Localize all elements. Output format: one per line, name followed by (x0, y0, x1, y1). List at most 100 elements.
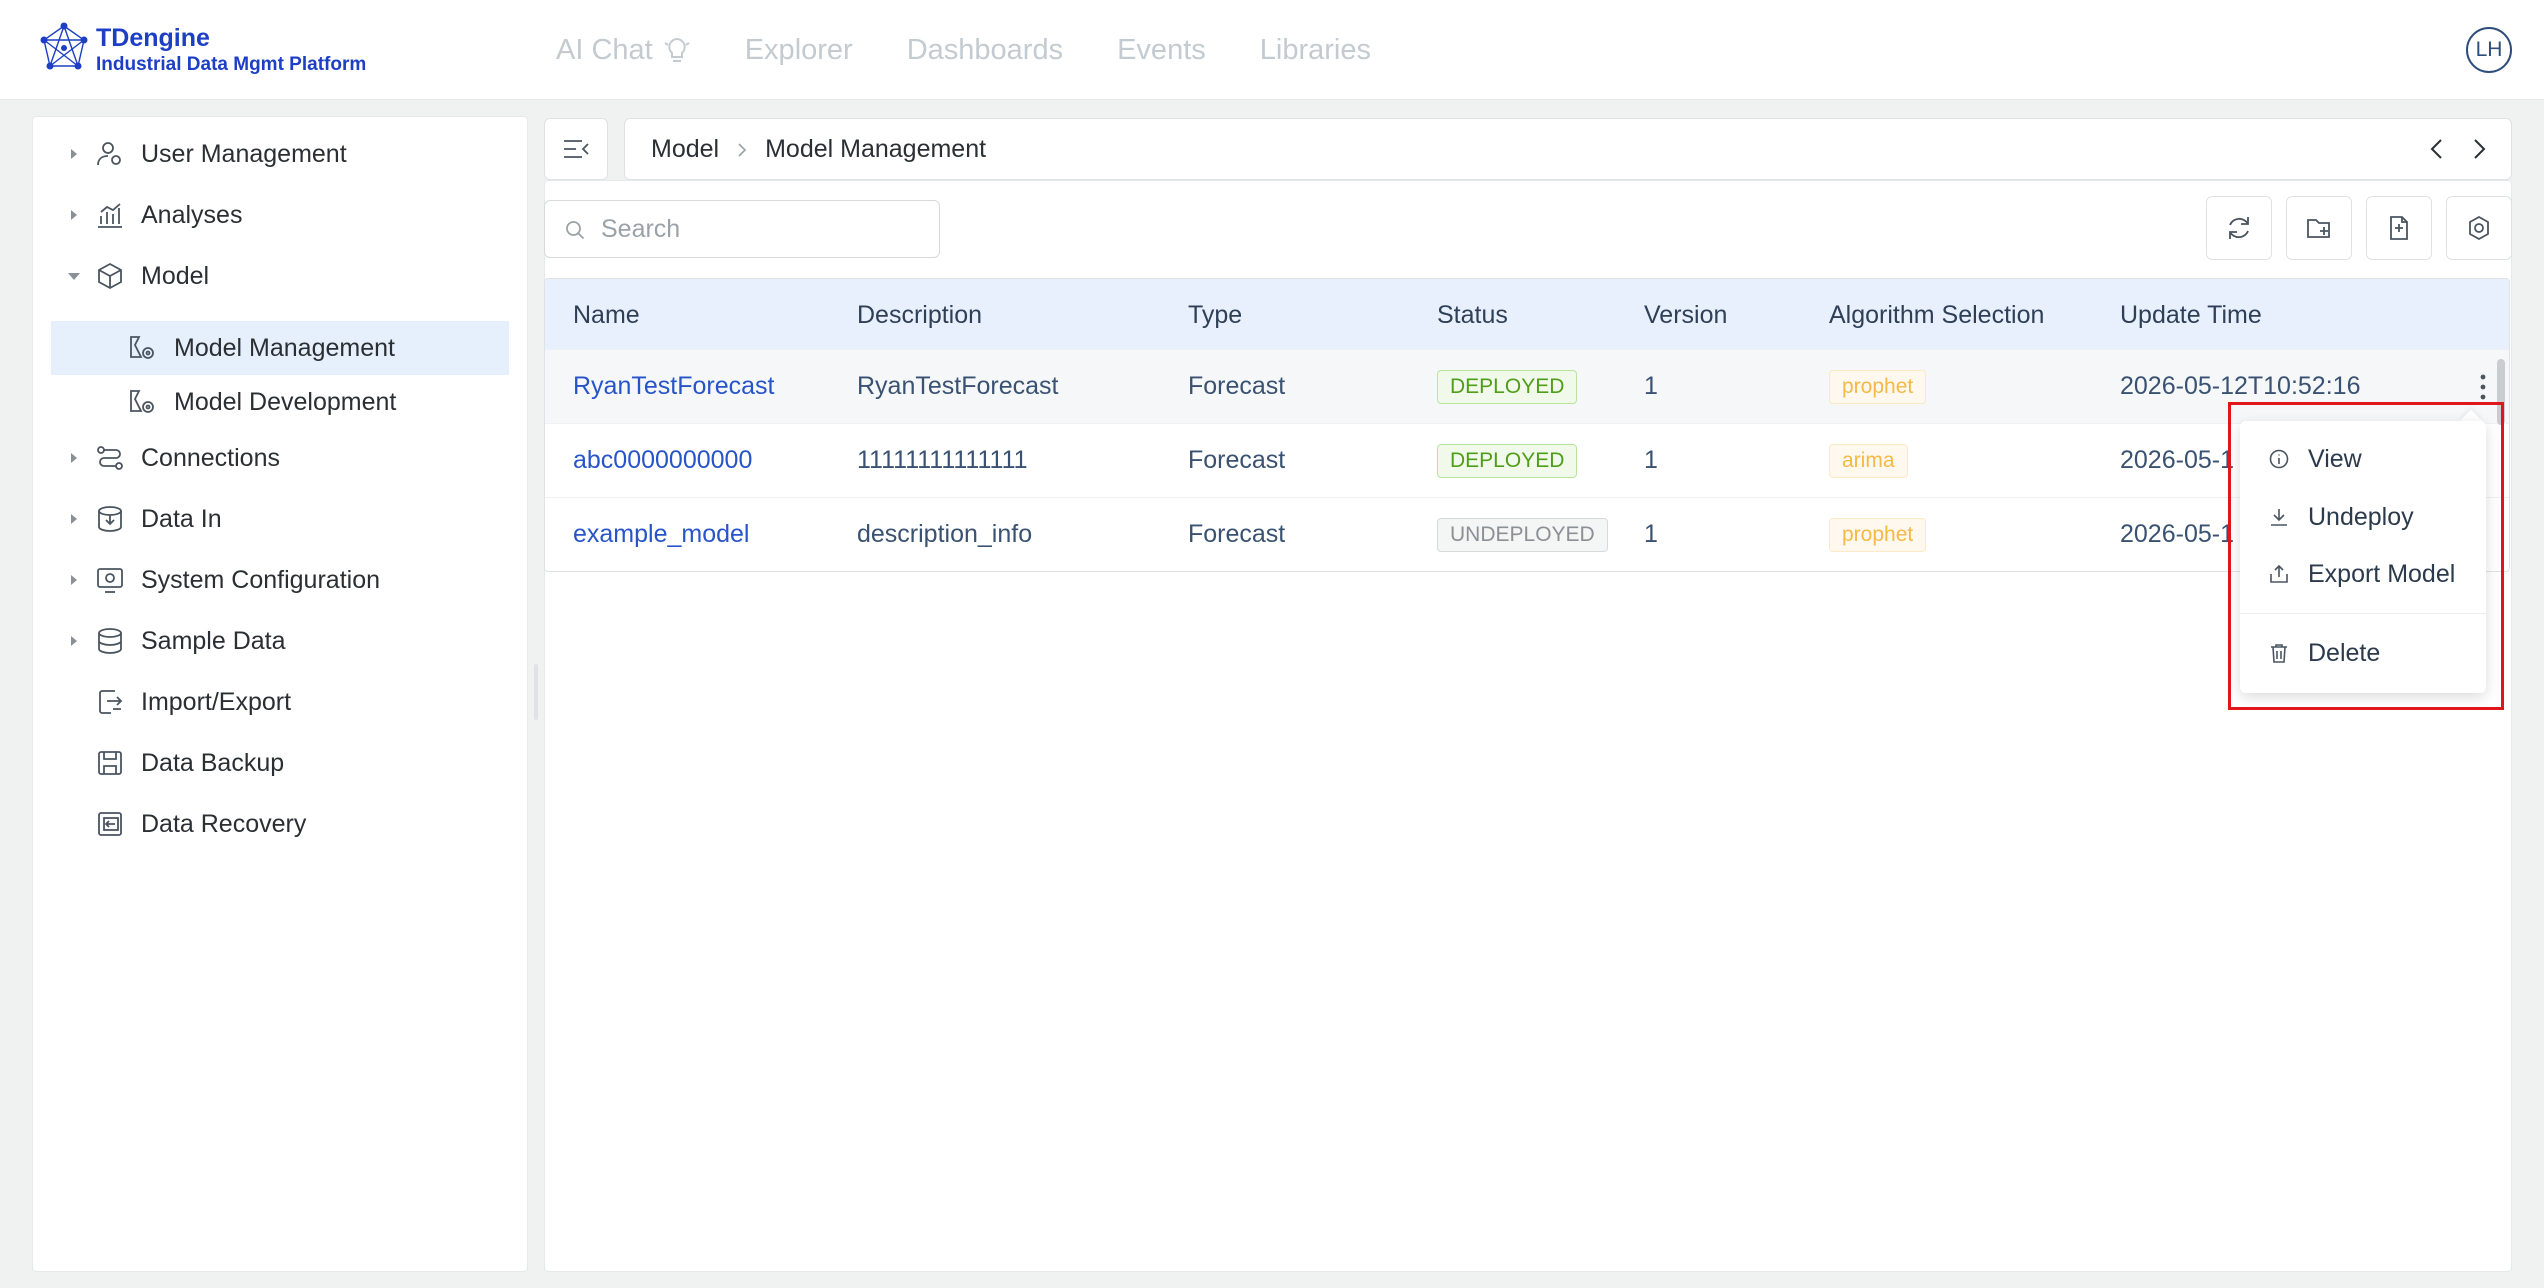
algorithm-tag: prophet (1829, 518, 1927, 552)
import-file-icon (2390, 216, 2408, 240)
sidebar-item-data-backup[interactable]: Data Backup (33, 736, 527, 790)
model-version: 1 (1644, 446, 1658, 474)
table-settings-button[interactable] (2446, 196, 2512, 260)
sidebar-item-data-recovery[interactable]: Data Recovery (33, 797, 527, 851)
nav-libraries[interactable]: Libraries (1260, 30, 1371, 70)
forward-button[interactable] (2467, 137, 2491, 161)
nav-explorer[interactable]: Explorer (745, 30, 853, 70)
nav-events[interactable]: Events (1117, 30, 1206, 70)
nav-ai-chat[interactable]: AI Chat (556, 30, 691, 70)
menu-item-label: View (2308, 444, 2362, 473)
sidebar-item-system-configuration[interactable]: System Configuration (33, 553, 527, 607)
logo-icon (40, 22, 88, 70)
model-description: description_info (857, 520, 1033, 548)
import-export-icon (99, 690, 123, 714)
sidebar-item-label: Model Management (174, 333, 395, 362)
caret-down-icon (68, 273, 80, 280)
import-file-button[interactable] (2366, 196, 2432, 260)
chevron-left-icon (2430, 139, 2442, 159)
more-actions-icon[interactable] (2477, 372, 2489, 402)
column-header-name[interactable]: Name (573, 301, 640, 330)
update-time: 2026-05-1 (2120, 446, 2234, 474)
top-navigation: AI Chat Explorer Dashboards Events Libra… (556, 30, 1371, 70)
sidebar-item-label: Model Development (174, 387, 397, 416)
menu-item-undeploy[interactable]: Undeploy (2240, 491, 2486, 543)
table-row[interactable]: abc0000000000 11111111111111 Forecast DE… (545, 423, 2509, 497)
caret-right-icon (71, 210, 77, 220)
table-scrollbar[interactable] (2497, 359, 2505, 425)
search-input[interactable] (601, 211, 921, 247)
caret-right-icon (71, 453, 77, 463)
logo-subtitle: Industrial Data Mgmt Platform (96, 54, 367, 75)
back-button[interactable] (2425, 137, 2449, 161)
sidebar-item-import-export[interactable]: Import/Export (33, 675, 527, 729)
nav-dashboards[interactable]: Dashboards (907, 30, 1063, 70)
sidebar-item-model[interactable]: Model (33, 249, 527, 303)
sidebar-item-label: Model (141, 261, 210, 290)
menu-item-view[interactable]: View (2240, 433, 2486, 485)
export-icon (2270, 564, 2288, 583)
menu-divider (2240, 613, 2486, 614)
column-header-update-time[interactable]: Update Time (2120, 301, 2262, 330)
column-header-status[interactable]: Status (1437, 301, 1508, 330)
chevron-right-icon (2474, 139, 2486, 159)
logo[interactable]: TDengine Industrial Data Mgmt Platform (40, 22, 366, 78)
sidebar-item-connections[interactable]: Connections (33, 431, 527, 485)
menu-item-label: Undeploy (2308, 502, 2414, 531)
sidebar-item-sample-data[interactable]: Sample Data (33, 614, 527, 668)
top-bar: TDengine Industrial Data Mgmt Platform A… (0, 0, 2544, 100)
sidebar-item-label: Sample Data (141, 626, 286, 655)
status-badge: UNDEPLOYED (1437, 518, 1608, 552)
sidebar-item-analyses[interactable]: Analyses (33, 188, 527, 242)
user-settings-icon (97, 142, 121, 166)
update-time: 2026-05-1 (2120, 520, 2234, 548)
model-name-link[interactable]: abc0000000000 (573, 446, 752, 475)
breadcrumb-nav (2425, 137, 2491, 161)
menu-item-export-model[interactable]: Export Model (2240, 548, 2486, 600)
model-type: Forecast (1188, 520, 1286, 548)
column-header-type[interactable]: Type (1188, 301, 1242, 330)
collapse-sidebar-button[interactable] (544, 118, 608, 180)
table-row[interactable]: example_model description_info Forecast … (545, 497, 2509, 571)
sidebar-item-model-management[interactable]: Model Management (51, 321, 509, 375)
breadcrumb-bar: Model Model Management (624, 118, 2512, 180)
refresh-button[interactable] (2206, 196, 2272, 260)
sidebar-item-model-development[interactable]: Model Development (33, 375, 527, 429)
sidebar-item-label: System Configuration (141, 565, 381, 594)
row-actions-dropdown: View Undeploy Export Model Delete (2240, 421, 2486, 693)
model-name-link[interactable]: RyanTestForecast (573, 372, 774, 401)
column-header-version[interactable]: Version (1644, 301, 1727, 330)
menu-item-label: Export Model (2308, 559, 2456, 588)
menu-item-label: Delete (2308, 638, 2381, 667)
caret-right-icon (71, 514, 77, 524)
chevron-right-icon (738, 142, 747, 157)
breadcrumb-item-model[interactable]: Model (651, 135, 719, 164)
main-panel: Model Model Management Name Description … (544, 116, 2512, 1272)
table-row[interactable]: RyanTestForecast RyanTestForecast Foreca… (545, 349, 2509, 423)
sidebar-item-label: Data Recovery (141, 809, 307, 838)
menu-item-delete[interactable]: Delete (2240, 627, 2486, 679)
sidebar-item-label: Data Backup (141, 748, 285, 777)
column-header-algorithm[interactable]: Algorithm Selection (1829, 301, 2044, 330)
column-header-description[interactable]: Description (857, 301, 982, 330)
connections-icon (97, 446, 123, 470)
system-config-icon (97, 568, 123, 593)
add-folder-button[interactable] (2286, 196, 2352, 260)
algorithm-tag: arima (1829, 444, 1908, 478)
caret-right-icon (71, 575, 77, 585)
sidebar-item-label: Analyses (141, 200, 243, 229)
model-settings-icon (130, 336, 154, 359)
sidebar-item-user-management[interactable]: User Management (33, 127, 527, 181)
model-description: 11111111111111 (857, 446, 1028, 474)
logo-title: TDengine (96, 24, 210, 52)
database-in-icon (98, 506, 122, 532)
user-avatar[interactable]: LH (2466, 27, 2512, 73)
info-icon (2269, 449, 2289, 469)
breadcrumb-item-model-management: Model Management (765, 135, 987, 163)
sidebar-resize-handle[interactable] (534, 664, 538, 720)
backup-icon (98, 751, 122, 775)
algorithm-tag: prophet (1829, 370, 1927, 404)
trash-icon (2271, 644, 2287, 663)
sidebar-item-data-in[interactable]: Data In (33, 492, 527, 546)
model-name-link[interactable]: example_model (573, 520, 750, 549)
